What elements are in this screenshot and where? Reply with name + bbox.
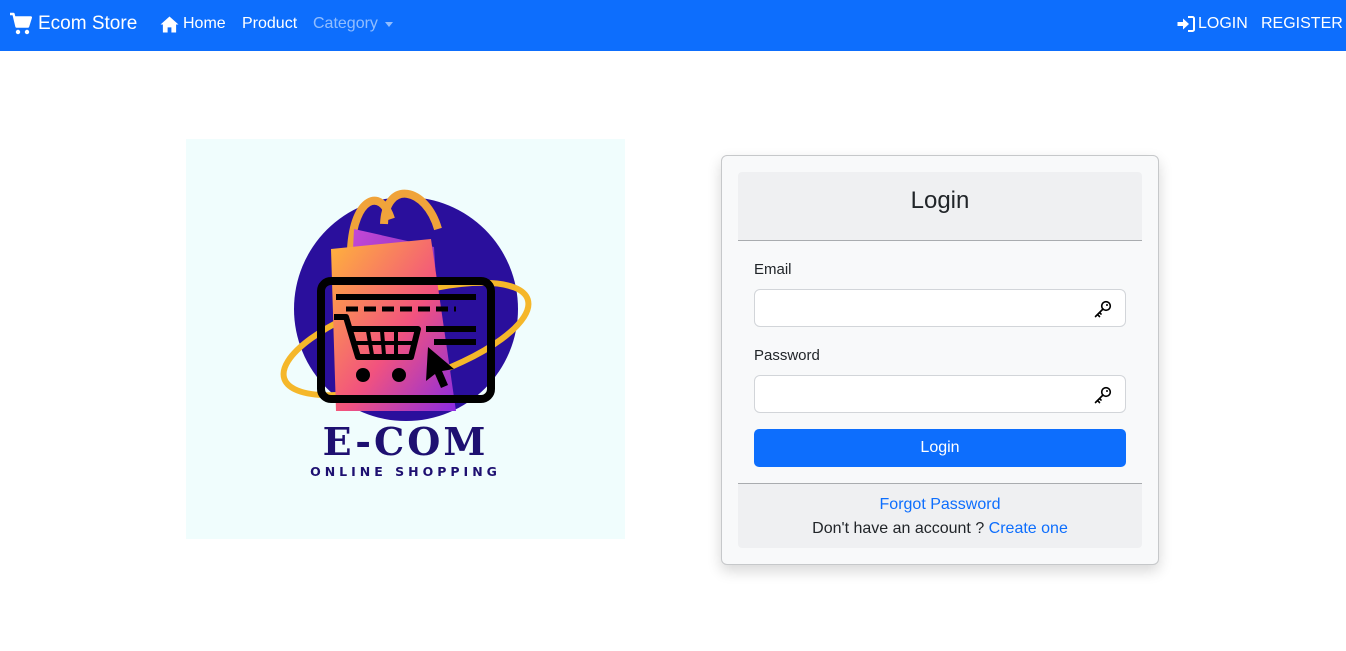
- login-title: Login: [910, 187, 970, 214]
- key-icon: [1094, 300, 1112, 318]
- login-icon: [1177, 16, 1195, 32]
- login-button[interactable]: Login: [754, 429, 1126, 467]
- login-card: Login Email Password Login Forgot Passwo…: [721, 155, 1159, 565]
- nav-register[interactable]: REGISTER: [1261, 14, 1343, 34]
- cart-icon: [10, 12, 32, 35]
- nav-home-label: Home: [183, 15, 226, 32]
- password-label: Password: [754, 347, 820, 364]
- key-icon: [1094, 386, 1112, 404]
- nav-login-label: LOGIN: [1198, 15, 1248, 32]
- brand-link[interactable]: Ecom Store: [9, 12, 137, 36]
- no-account-text: Don't have an account ? Create one: [738, 520, 1142, 538]
- logo-title: E-COM: [322, 419, 489, 464]
- email-field[interactable]: [754, 289, 1126, 327]
- shopping-logo-graphic: [280, 189, 532, 421]
- nav-login[interactable]: LOGIN: [1177, 14, 1248, 34]
- caret-down-icon: [384, 21, 393, 27]
- logo-subtitle: ONLINE SHOPPING: [310, 464, 501, 479]
- create-account-link[interactable]: Create one: [989, 520, 1068, 537]
- email-label: Email: [754, 261, 792, 278]
- brand-name: Ecom Store: [38, 13, 138, 34]
- no-account-label: Don't have an account ?: [812, 520, 989, 537]
- nav-category-label: Category: [313, 15, 378, 32]
- login-card-footer: Forgot Password Don't have an account ? …: [738, 483, 1142, 548]
- forgot-password-link[interactable]: Forgot Password: [738, 496, 1142, 514]
- nav-home[interactable]: Home: [160, 14, 226, 34]
- nav-product[interactable]: Product: [242, 14, 297, 34]
- login-card-header: Login: [738, 172, 1142, 241]
- nav-category-dropdown[interactable]: Category: [313, 14, 393, 34]
- navbar: Ecom Store Home Product Category LOGIN R…: [0, 0, 1346, 51]
- home-icon: [160, 15, 179, 33]
- ecom-logo: E-COM ONLINE SHOPPING: [186, 139, 625, 539]
- password-field[interactable]: [754, 375, 1126, 413]
